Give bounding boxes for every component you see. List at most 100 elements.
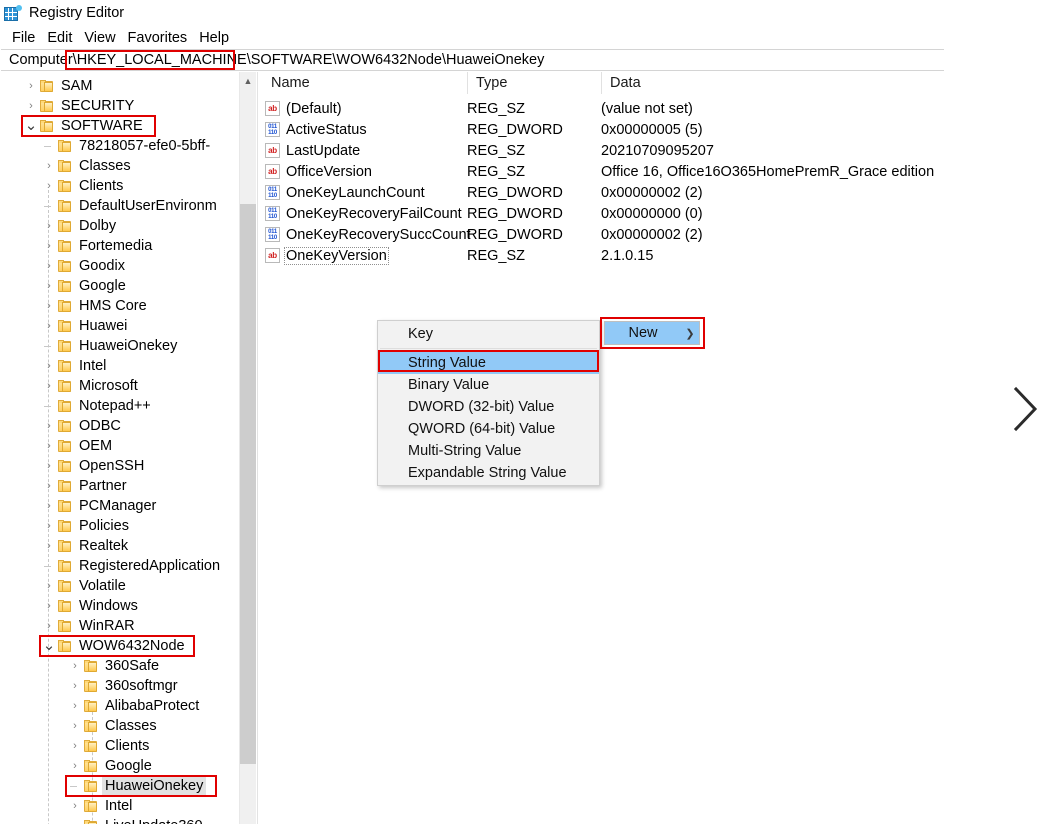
menu-item-view[interactable]: View [78,28,121,48]
chevron-right-icon[interactable]: › [41,536,57,556]
table-row[interactable]: ab OfficeVersion REG_SZ Office 16, Office16… [263,161,1052,182]
tree-item-alibabaprotect[interactable]: › AlibabaProtect [67,696,202,716]
tree-item-defaultuserenvironm[interactable]: DefaultUserEnvironm [41,196,220,216]
tree-item-partner[interactable]: › Partner [41,476,130,496]
tree-item-software[interactable]: ⌄ SOFTWARE [23,116,146,136]
chevron-right-icon[interactable]: › [23,76,39,96]
table-row[interactable]: ab OneKeyVersion REG_SZ 2.1.0.15 [263,245,1052,266]
tree-item-huawei[interactable]: › Huawei [41,316,130,336]
tree-item-volatile[interactable]: › Volatile [41,576,129,596]
column-header-type[interactable]: Type [467,72,601,94]
column-header-data[interactable]: Data [601,72,1052,94]
chevron-right-icon[interactable]: › [41,216,57,236]
pane-splitter[interactable] [257,72,262,824]
tree-item-78218057-efe0-5bff[interactable]: 78218057-efe0-5bff- [41,136,213,156]
chevron-right-icon[interactable]: › [41,276,57,296]
tree-item-liveupdate360[interactable]: LiveUpdate360 [67,816,206,824]
tree-item-intel[interactable]: › Intel [67,796,135,816]
chevron-right-icon[interactable]: › [41,376,57,396]
tree-item-360safe[interactable]: › 360Safe [67,656,162,676]
chevron-right-icon[interactable]: › [67,696,83,716]
tree-item-classes[interactable]: › Classes [67,716,160,736]
chevron-right-icon[interactable]: › [41,576,57,596]
tree-item-winrar[interactable]: › WinRAR [41,616,138,636]
tree-item-wow6432node[interactable]: ⌄ WOW6432Node [41,636,188,656]
tree-item-odbc[interactable]: › ODBC [41,416,124,436]
chevron-right-icon[interactable]: › [41,236,57,256]
new-menu-button[interactable]: New ❯ [604,321,700,345]
chevron-right-icon[interactable]: › [41,416,57,436]
tree-item-classes[interactable]: › Classes [41,156,134,176]
tree-scrollbar[interactable]: ▲ [239,72,256,824]
tree-item-goodix[interactable]: › Goodix [41,256,128,276]
menu-item-multi-string-value[interactable]: Multi-String Value [378,440,599,462]
tree-item-dolby[interactable]: › Dolby [41,216,119,236]
chevron-right-icon[interactable]: › [41,596,57,616]
new-submenu[interactable]: Key String Value Binary Value DWORD (32-bit… [377,320,600,486]
chevron-down-icon[interactable]: ⌄ [23,116,39,136]
chevron-right-icon[interactable]: › [23,96,39,116]
chevron-right-icon[interactable]: › [41,176,57,196]
tree-item-huaweionekey[interactable]: HuaweiOnekey [41,336,180,356]
menu-item-string-value[interactable]: String Value [378,352,599,374]
menu-item-edit[interactable]: Edit [41,28,78,48]
menu-item-file[interactable]: File [6,28,41,48]
chevron-right-icon[interactable]: › [67,736,83,756]
table-row[interactable]: 011 110 OneKeyRecoveryFailCount REG_DWORD 0x… [263,203,1052,224]
tree-item-policies[interactable]: › Policies [41,516,132,536]
tree-item-fortemedia[interactable]: › Fortemedia [41,236,155,256]
registry-tree[interactable]: › SAM › SECURITY ⌄ SOFTWARE 78218057-efe0-5bff… [1,72,238,824]
tree-item-clients[interactable]: › Clients [41,176,126,196]
menu-item-help[interactable]: Help [193,28,235,48]
chevron-right-icon[interactable]: › [41,316,57,336]
chevron-right-icon[interactable]: › [41,616,57,636]
tree-item-microsoft[interactable]: › Microsoft [41,376,141,396]
tree-item-google[interactable]: › Google [41,276,129,296]
tree-item-registeredapplication[interactable]: RegisteredApplication [41,556,223,576]
chevron-up-icon[interactable]: ▲ [240,72,256,89]
scrollbar-thumb[interactable] [240,204,256,764]
tree-item-realtek[interactable]: › Realtek [41,536,131,556]
tree-item-notepad[interactable]: Notepad++ [41,396,154,416]
menu-item-dword-32-bit-value[interactable]: DWORD (32-bit) Value [378,396,599,418]
chevron-right-icon[interactable]: › [41,256,57,276]
tree-item-clients[interactable]: › Clients [67,736,152,756]
chevron-right-icon[interactable]: › [67,676,83,696]
tree-item-windows[interactable]: › Windows [41,596,141,616]
table-row[interactable]: ab LastUpdate REG_SZ 20210709095207 [263,140,1052,161]
chevron-right-icon[interactable]: › [41,156,57,176]
tree-item-security[interactable]: › SECURITY [23,96,137,116]
chevron-right-icon[interactable]: › [41,516,57,536]
tree-item-google[interactable]: › Google [67,756,155,776]
chevron-down-icon[interactable]: ⌄ [41,636,57,656]
chevron-right-icon[interactable]: › [41,356,57,376]
menu-item-favorites[interactable]: Favorites [122,28,194,48]
table-row[interactable]: 011 110 ActiveStatus REG_DWORD 0x00000005 (5… [263,119,1052,140]
chevron-right-icon[interactable]: › [67,716,83,736]
tree-item-pcmanager[interactable]: › PCManager [41,496,159,516]
tree-item-sam[interactable]: › SAM [23,76,95,96]
tree-item-hms-core[interactable]: › HMS Core [41,296,150,316]
address-bar[interactable]: Computer\HKEY_LOCAL_MACHINE\SOFTWARE\WOW… [1,49,944,71]
menu-item-expandable-string-value[interactable]: Expandable String Value [378,462,599,484]
table-row[interactable]: 011 110 OneKeyRecoverySuccCount REG_DWORD 0x… [263,224,1052,245]
tree-item-huaweionekey[interactable]: HuaweiOnekey [67,776,207,796]
column-header-name[interactable]: Name [263,72,467,94]
chevron-right-icon[interactable]: › [41,296,57,316]
menu-item-qword-64-bit-value[interactable]: QWORD (64-bit) Value [378,418,599,440]
menu-item-binary-value[interactable]: Binary Value [378,374,599,396]
menu-item-key[interactable]: Key [378,323,599,345]
chevron-right-icon[interactable]: › [67,796,83,816]
tree-item-openssh[interactable]: › OpenSSH [41,456,147,476]
table-row[interactable]: ab (Default) REG_SZ (value not set) [263,98,1052,119]
tree-item-intel[interactable]: › Intel [41,356,109,376]
chevron-right-icon[interactable]: › [67,756,83,776]
table-row[interactable]: 011 110 OneKeyLaunchCount REG_DWORD 0x000000… [263,182,1052,203]
tree-item-oem[interactable]: › OEM [41,436,115,456]
chevron-right-icon[interactable]: › [41,476,57,496]
chevron-right-icon[interactable]: › [41,496,57,516]
tree-item-360softmgr[interactable]: › 360softmgr [67,676,181,696]
chevron-right-icon[interactable]: › [41,456,57,476]
chevron-right-icon[interactable]: › [41,436,57,456]
chevron-right-icon[interactable]: › [67,656,83,676]
